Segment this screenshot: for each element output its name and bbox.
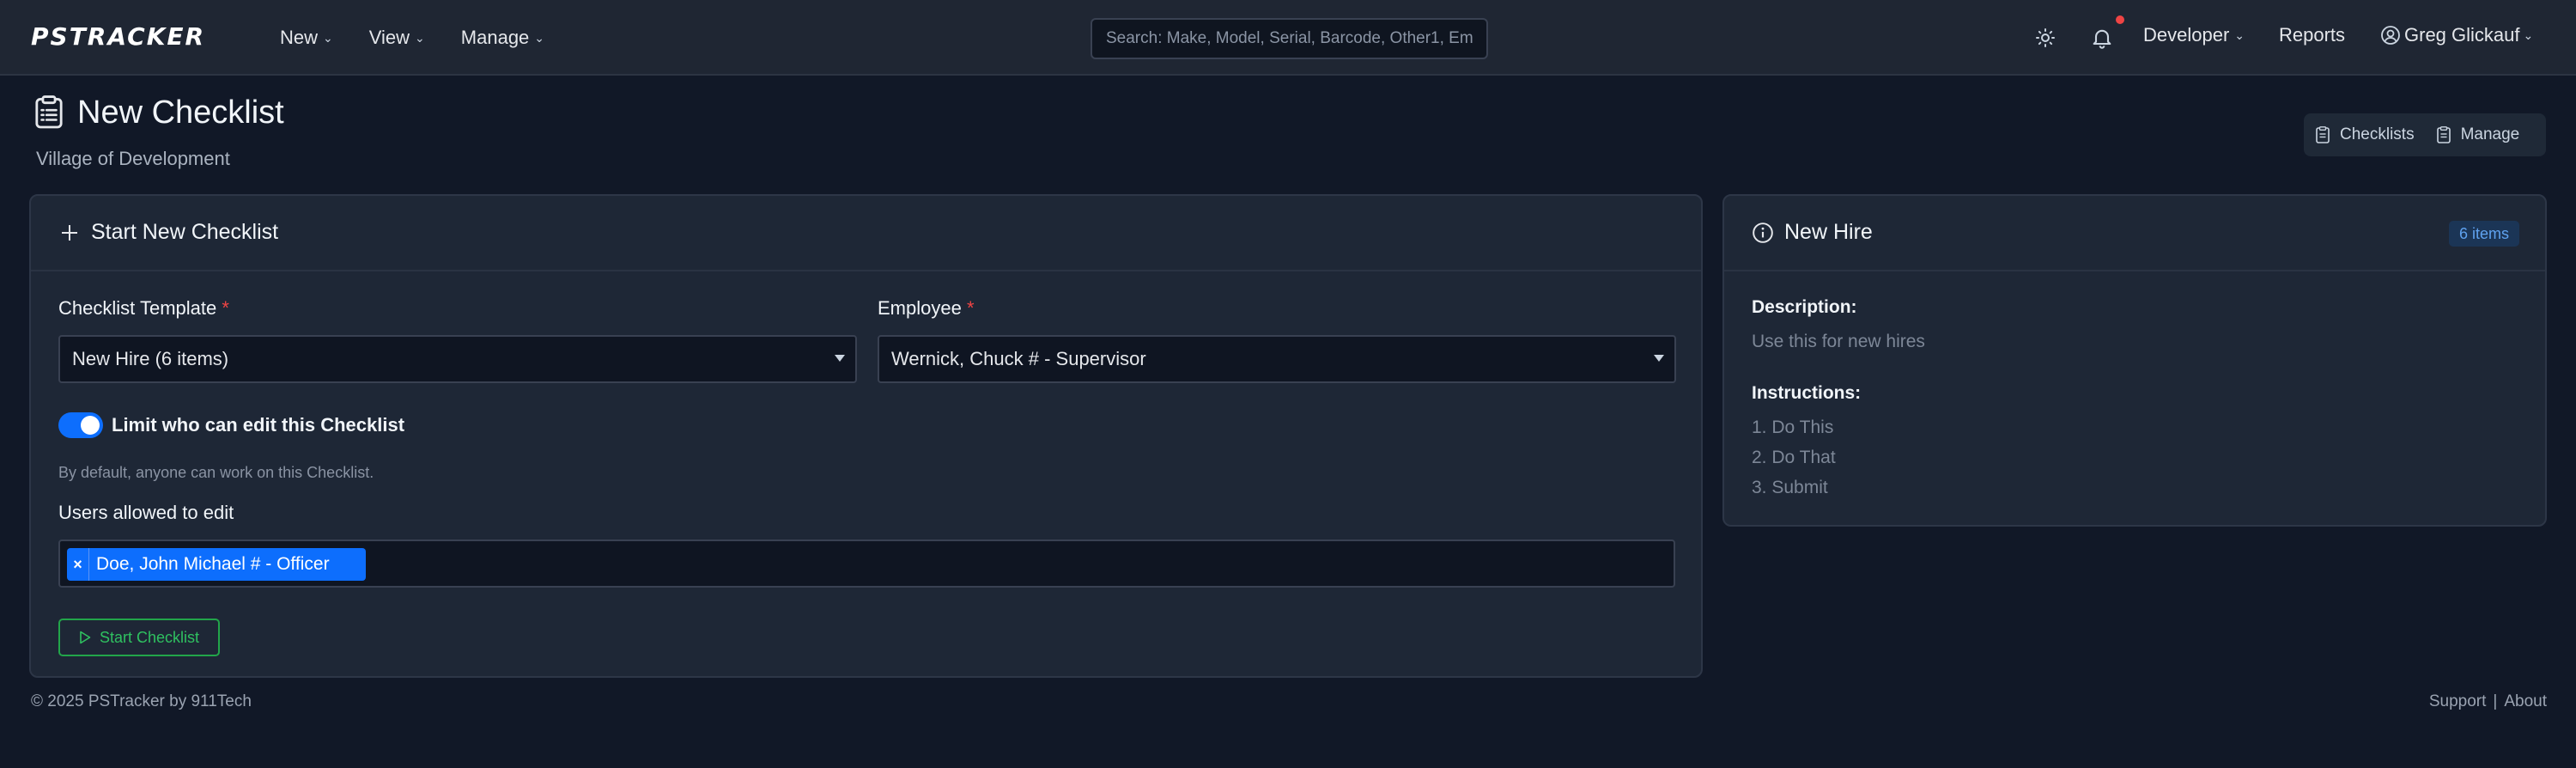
nav-manage-dropdown[interactable]: Manage ⌄: [461, 27, 544, 49]
limit-edit-help-text: By default, anyone can work on this Chec…: [58, 464, 374, 481]
developer-label: Developer: [2143, 24, 2230, 46]
instructions-label: Instructions:: [1752, 383, 1862, 403]
developer-dropdown[interactable]: Developer ⌄: [2143, 24, 2245, 46]
theme-toggle-button[interactable]: [2033, 26, 2057, 50]
chevron-down-icon: ⌄: [415, 30, 425, 45]
required-mark: *: [966, 297, 975, 319]
page-subtitle: Village of Development: [36, 148, 230, 169]
instruction-item: 2. Do That: [1752, 448, 1836, 467]
user-circle-icon: [2381, 26, 2400, 45]
user-chip-label: Doe, John Michael # - Officer: [96, 554, 330, 574]
caret-down-icon: [1654, 355, 1664, 362]
brand-logo[interactable]: PSTRACKER: [31, 22, 205, 51]
play-icon: [80, 631, 91, 644]
users-allowed-label: Users allowed to edit: [58, 502, 234, 523]
employee-select[interactable]: Wernick, Chuck # - Supervisor: [878, 335, 1676, 383]
nav-view-label: View: [368, 27, 410, 48]
required-mark: *: [222, 297, 229, 319]
template-info-card: New Hire 6 items Description: Use this f…: [1722, 194, 2547, 527]
employee-select-value: Wernick, Chuck # - Supervisor: [891, 348, 1146, 369]
card-header: Start New Checklist: [31, 196, 1701, 271]
remove-user-button[interactable]: ×: [67, 548, 89, 581]
card-header: New Hire 6 items: [1724, 196, 2545, 271]
clipboard-list-icon: [35, 95, 63, 129]
employee-label-text: Employee: [878, 297, 962, 319]
clipboard-icon: [2436, 126, 2451, 143]
chevron-down-icon: ⌄: [534, 30, 545, 45]
template-select[interactable]: New Hire (6 items): [58, 335, 857, 383]
clipboard-icon: [2316, 126, 2330, 143]
header-actions: Checklists Manage: [2304, 113, 2546, 156]
checklists-button-label: Checklists: [2340, 125, 2415, 143]
nav-view-dropdown[interactable]: View ⌄: [369, 27, 425, 49]
bell-icon: [2093, 29, 2111, 49]
chevron-down-icon: ⌄: [2234, 27, 2245, 42]
description-text: Use this for new hires: [1752, 332, 1925, 351]
support-link[interactable]: Support: [2429, 692, 2487, 711]
global-search-input[interactable]: [1091, 18, 1488, 59]
limit-edit-toggle-label: Limit who can edit this Checklist: [112, 414, 405, 436]
caret-down-icon: [835, 355, 845, 362]
chevron-down-icon: ⌄: [323, 30, 333, 45]
employee-label: Employee *: [878, 297, 975, 320]
user-name-label: Greg Glickauf: [2404, 24, 2520, 46]
user-chip: × Doe, John Michael # - Officer: [67, 548, 366, 581]
checklists-button[interactable]: Checklists: [2316, 125, 2415, 144]
template-label-text: Checklist Template: [58, 297, 217, 319]
template-label: Checklist Template *: [58, 297, 229, 320]
plus-icon: [62, 225, 77, 241]
about-link[interactable]: About: [2504, 692, 2547, 711]
start-checklist-label: Start Checklist: [99, 628, 200, 646]
manage-button-label: Manage: [2460, 125, 2520, 143]
template-info-title: New Hire: [1784, 220, 1873, 244]
chevron-down-icon: ⌄: [2523, 27, 2534, 42]
main-menu: New ⌄ View ⌄ Manage ⌄: [280, 0, 580, 76]
footer-copyright: © 2025 PSTracker by 911Tech: [31, 692, 252, 710]
top-navbar: PSTRACKER New ⌄ View ⌄ Manage ⌄ Search: …: [0, 0, 2576, 76]
manage-button[interactable]: Manage: [2436, 125, 2520, 144]
info-circle-icon: [1753, 222, 1773, 243]
instruction-item: 1. Do This: [1752, 418, 1834, 437]
nav-manage-label: Manage: [460, 27, 530, 48]
reports-label: Reports: [2279, 24, 2346, 46]
description-label: Description:: [1752, 297, 1857, 317]
toggle-knob: [81, 416, 100, 435]
start-checklist-button[interactable]: Start Checklist: [58, 619, 220, 656]
template-select-value: New Hire (6 items): [72, 348, 229, 369]
start-checklist-card: Start New Checklist Checklist Template *…: [29, 194, 1703, 678]
item-count-badge: 6 items: [2448, 221, 2519, 247]
user-menu-dropdown[interactable]: Greg Glickauf ⌄: [2380, 24, 2533, 46]
nav-new-label: New: [280, 27, 319, 48]
reports-link[interactable]: Reports: [2279, 24, 2345, 46]
sun-icon: [2036, 28, 2055, 47]
notification-dot: [2116, 15, 2124, 24]
instruction-item: 3. Submit: [1752, 478, 1828, 497]
notifications-button[interactable]: [2087, 15, 2124, 55]
nav-new-dropdown[interactable]: New ⌄: [280, 27, 333, 49]
page-title: New Checklist: [77, 94, 284, 131]
users-allowed-multiselect[interactable]: × Doe, John Michael # - Officer: [58, 539, 1675, 588]
limit-edit-toggle[interactable]: [58, 412, 103, 438]
footer-links: Support | About: [2429, 692, 2547, 711]
card-title: Start New Checklist: [91, 220, 279, 244]
footer-separator: |: [2493, 692, 2498, 710]
